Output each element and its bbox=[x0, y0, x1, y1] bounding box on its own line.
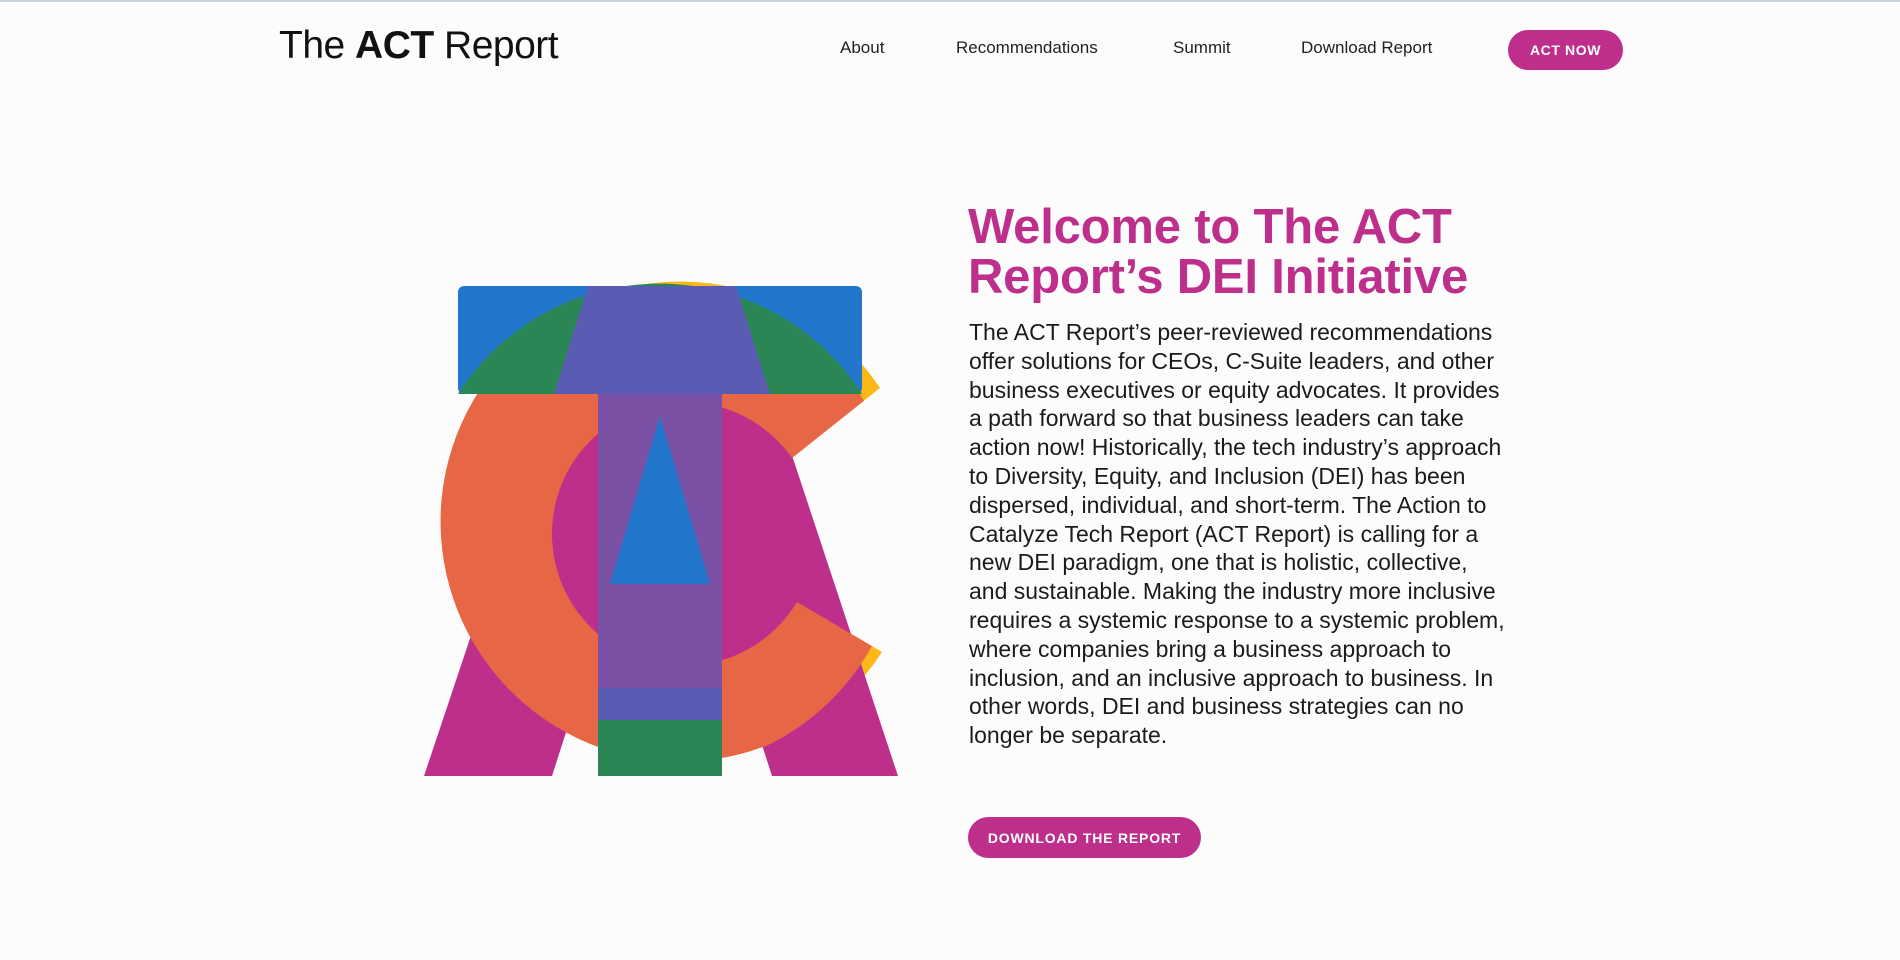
nav-recommendations[interactable]: Recommendations bbox=[956, 38, 1098, 58]
stem-lower-band bbox=[598, 688, 722, 720]
hero-description: The ACT Report’s peer-reviewed recommend… bbox=[969, 319, 1505, 749]
logo-text-report: Report bbox=[433, 24, 559, 67]
act-letters-illustration bbox=[424, 281, 898, 776]
nav-summit[interactable]: Summit bbox=[1173, 38, 1231, 58]
act-now-button[interactable]: ACT NOW bbox=[1508, 30, 1623, 70]
hero-title: Welcome to The ACT Report’s DEI Initiati… bbox=[968, 200, 1469, 304]
logo-text-the: The bbox=[279, 24, 356, 67]
site-header: The ACT Report About Recommendations Sum… bbox=[0, 0, 1900, 100]
nav-about[interactable]: About bbox=[840, 38, 884, 58]
nav-download-report[interactable]: Download Report bbox=[1301, 38, 1432, 58]
download-report-button[interactable]: DOWNLOAD THE REPORT bbox=[968, 817, 1201, 858]
stem-bottom bbox=[598, 720, 722, 776]
site-logo[interactable]: The ACT Report bbox=[279, 24, 559, 68]
logo-text-act: ACT bbox=[355, 24, 434, 67]
overlap-t-a bbox=[554, 286, 770, 394]
